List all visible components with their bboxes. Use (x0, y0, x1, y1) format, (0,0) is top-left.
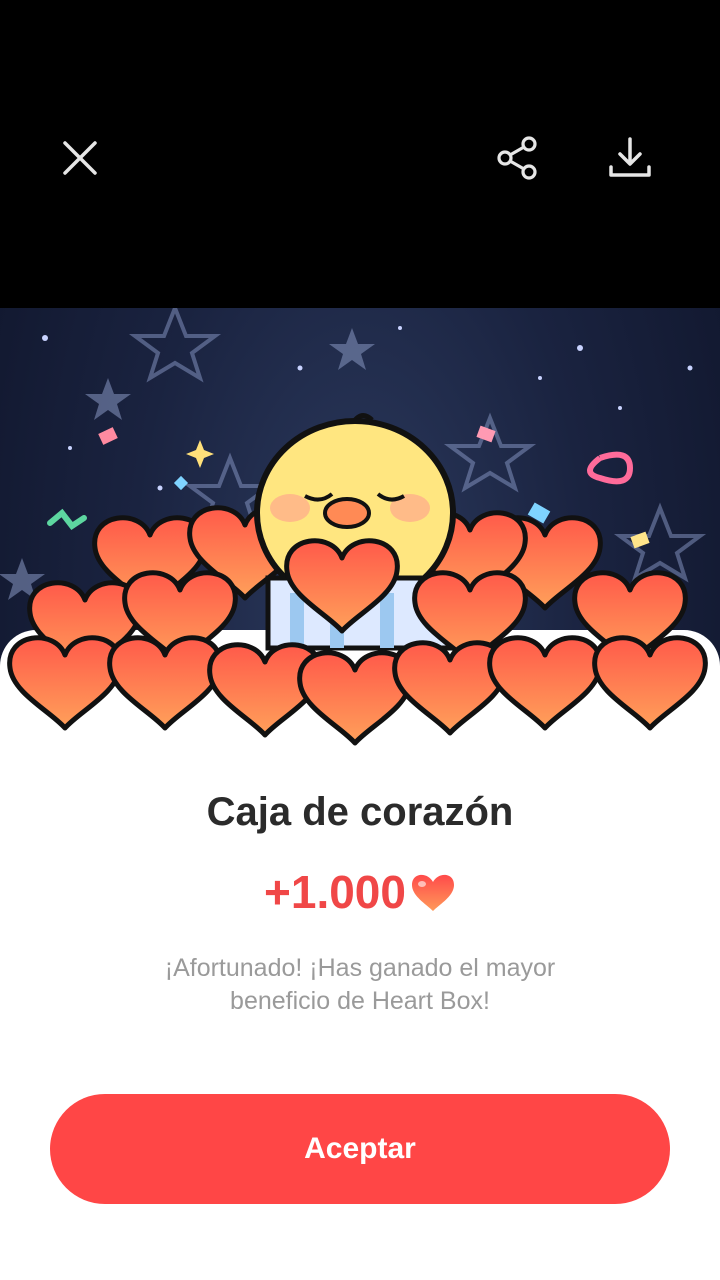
heart-box-illustration (0, 308, 720, 768)
heart-icon (411, 874, 454, 911)
share-icon (497, 136, 537, 180)
accept-button[interactable]: Aceptar (50, 1094, 670, 1204)
download-icon (609, 137, 651, 177)
close-button[interactable] (50, 128, 110, 188)
top-bar (0, 0, 720, 308)
download-button[interactable] (600, 128, 660, 188)
close-icon (63, 141, 97, 175)
reward-amount: +1.000 (264, 866, 406, 918)
card-title: Caja de corazón (206, 790, 514, 834)
reward-amount-row: +1.000 (0, 862, 720, 922)
reward-message: ¡Afortunado! ¡Has ganado el mayor benefi… (164, 954, 556, 1015)
share-button[interactable] (488, 128, 548, 188)
